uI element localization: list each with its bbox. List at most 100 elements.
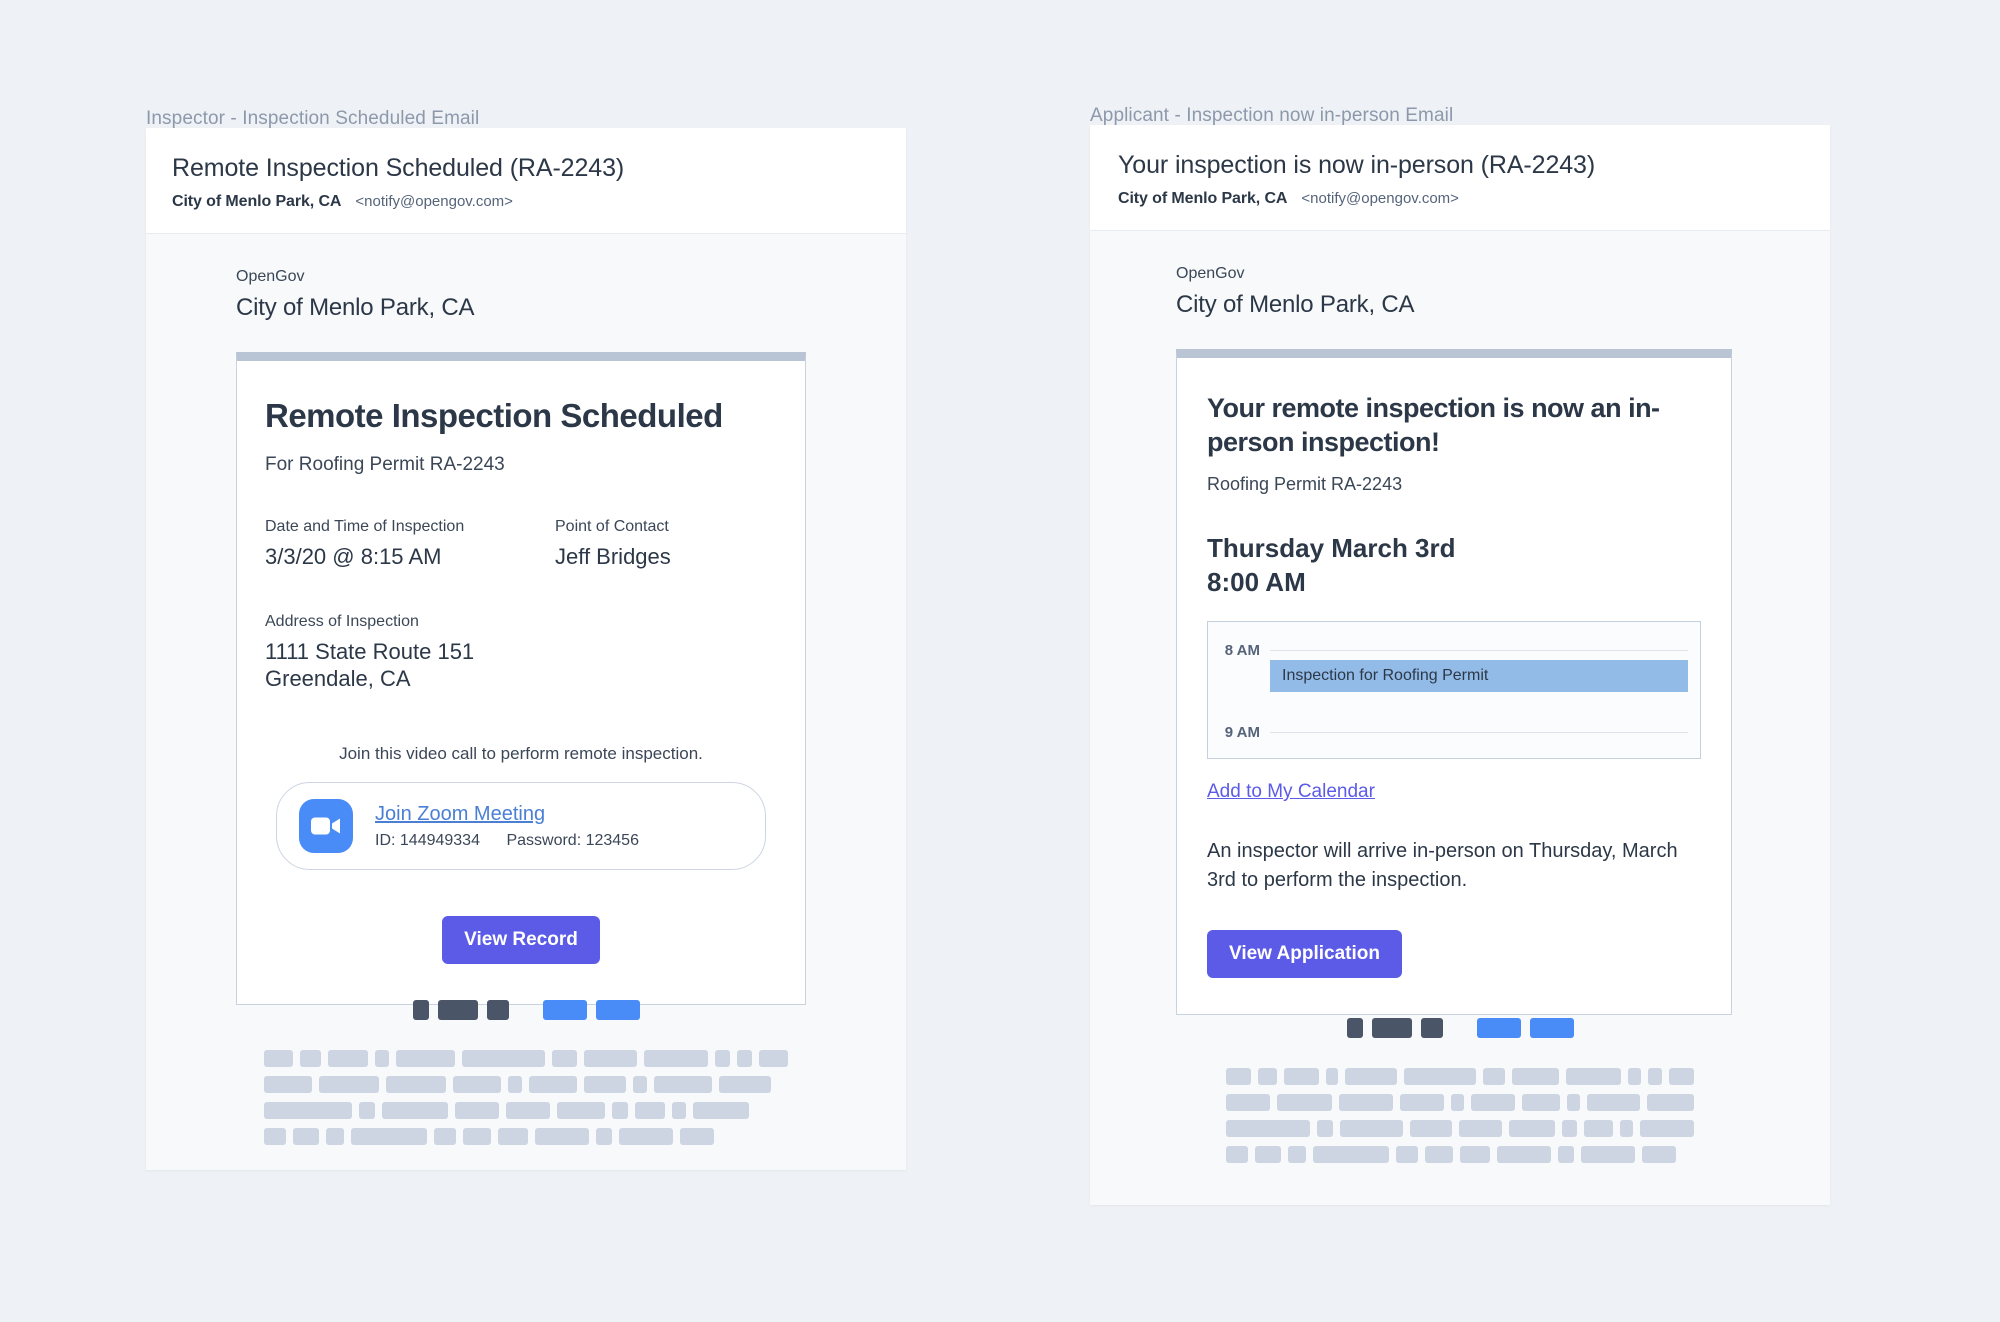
field-point-of-contact: Point of Contact Jeff Bridges [555, 518, 671, 571]
calendar-spacer [1208, 692, 1700, 718]
placeholder-bar [264, 1128, 286, 1145]
mail-from-row: City of Menlo Park, CA <notify@opengov.c… [172, 193, 906, 211]
placeholder-bar [619, 1128, 673, 1145]
field-value: Jeff Bridges [555, 543, 671, 569]
placeholder-bar [736, 1050, 753, 1067]
notification-card: Remote Inspection Scheduled For Roofing … [236, 352, 806, 1006]
placeholder-bar [326, 1128, 344, 1145]
calendar-widget[interactable]: 8 AM Inspection for Roofing Permit 9 AM [1207, 621, 1701, 760]
add-to-calendar-link[interactable]: Add to My Calendar [1207, 781, 1375, 803]
placeholder-bar [1258, 1068, 1277, 1085]
placeholder-chip [595, 1000, 640, 1020]
inspection-details-row: Date and Time of Inspection 3/3/20 @ 8:1… [265, 518, 777, 571]
placeholder-bar [1325, 1068, 1338, 1085]
placeholder-bar [1451, 1094, 1464, 1111]
placeholder-bar [382, 1102, 448, 1119]
placeholder-bar [1497, 1146, 1551, 1163]
bar-rows [146, 1050, 906, 1145]
placeholder-chip [412, 1000, 429, 1020]
placeholder-chip [1346, 1018, 1363, 1038]
bar-rows [1090, 1068, 1830, 1163]
mail-subject: Remote Inspection Scheduled (RA-2243) [172, 154, 625, 182]
placeholder-bar [1619, 1120, 1634, 1137]
organization-name: City of Menlo Park, CA [1176, 291, 1415, 318]
left-footer-skeleton [146, 1000, 906, 1154]
placeholder-bar [596, 1128, 612, 1145]
placeholder-bar [583, 1050, 638, 1067]
placeholder-bar [693, 1102, 749, 1119]
mail-subject: Your inspection is now in-person (RA-224… [1118, 151, 1596, 179]
placeholder-bar [264, 1102, 352, 1119]
mail-sender-address: <notify@opengov.com> [1301, 190, 1459, 207]
placeholder-bar [644, 1050, 708, 1067]
calendar-event-wrap: Inspection for Roofing Permit [1208, 660, 1700, 693]
field-label: Address of Inspection [265, 612, 419, 630]
brand-name: OpenGov [236, 268, 305, 285]
placeholder-bar [1403, 1068, 1476, 1085]
inspection-date: Thursday March 3rd [1207, 532, 1456, 563]
inspection-address-row: Address of Inspection 1111 State Route 1… [265, 613, 777, 693]
mail-header: Your inspection is now in-person (RA-224… [1090, 125, 1830, 231]
left-panel-caption: Inspector - Inspection Scheduled Email [146, 108, 480, 129]
placeholder-bar [535, 1128, 589, 1145]
view-record-button[interactable]: View Record [442, 916, 600, 965]
calendar-event[interactable]: Inspection for Roofing Permit [1270, 660, 1688, 693]
placeholder-bar [1317, 1120, 1333, 1137]
placeholder-bar [654, 1076, 712, 1093]
mail-body: OpenGov City of Menlo Park, CA Your remo… [1090, 231, 1830, 1015]
placeholder-bar [635, 1102, 665, 1119]
placeholder-bar [1226, 1094, 1270, 1111]
calendar-hour-label: 9 AM [1224, 723, 1260, 741]
field-label: Point of Contact [555, 517, 669, 535]
placeholder-bar [551, 1050, 577, 1067]
mail-header: Remote Inspection Scheduled (RA-2243) Ci… [146, 128, 906, 234]
field-label: Date and Time of Inspection [265, 517, 465, 535]
calendar-gridline [1270, 731, 1688, 733]
placeholder-bar [453, 1076, 501, 1093]
placeholder-bar-row [1226, 1120, 1695, 1137]
placeholder-bar [1344, 1068, 1397, 1085]
chip-row [146, 1000, 906, 1020]
placeholder-bar-row [1226, 1094, 1694, 1111]
placeholder-bar [386, 1076, 446, 1093]
placeholder-chip [1420, 1018, 1443, 1038]
card-action-row: View Record [265, 916, 777, 965]
field-value-line1: 1111 State Route 151 [265, 638, 475, 664]
placeholder-chip [486, 1000, 509, 1020]
placeholder-bar [584, 1076, 626, 1093]
brand-name: OpenGov [1176, 265, 1245, 282]
placeholder-bar-row [264, 1128, 788, 1145]
placeholder-bar [1396, 1146, 1418, 1163]
calendar-gridline [1270, 649, 1688, 651]
placeholder-bar-row [1226, 1146, 1694, 1163]
placeholder-bar [264, 1076, 312, 1093]
join-zoom-meeting-link[interactable]: Join Zoom Meeting [375, 803, 639, 826]
video-camera-icon [299, 799, 353, 854]
placeholder-bar [714, 1050, 730, 1067]
right-footer-skeleton [1090, 1018, 1830, 1172]
zoom-meeting-password: Password: 123456 [506, 831, 639, 849]
placeholder-bar [1283, 1068, 1319, 1085]
placeholder-bar [1425, 1146, 1453, 1163]
placeholder-bar [1400, 1094, 1445, 1111]
placeholder-bar [1508, 1120, 1555, 1137]
field-value: 3/3/20 @ 8:15 AM [265, 543, 442, 569]
placeholder-bar [1566, 1094, 1580, 1111]
calendar-hour-row: 9 AM [1208, 718, 1700, 746]
screenshot-canvas: Inspector - Inspection Scheduled Email R… [0, 0, 2000, 1322]
card-action-row: View Application [1207, 929, 1701, 978]
placeholder-bar [351, 1128, 427, 1145]
placeholder-chip [1371, 1018, 1412, 1038]
placeholder-bar [759, 1050, 788, 1067]
inspection-datetime: Thursday March 3rd 8:00 AM [1207, 531, 1701, 600]
placeholder-bar [1627, 1068, 1642, 1085]
placeholder-bar [1565, 1068, 1621, 1085]
view-application-button[interactable]: View Application [1207, 929, 1402, 978]
zoom-meeting-box[interactable]: Join Zoom Meeting ID: 144949334 Password… [276, 782, 766, 871]
placeholder-bar [1226, 1146, 1248, 1163]
card-title: Your remote inspection is now an in-pers… [1207, 393, 1660, 457]
placeholder-bar [293, 1128, 319, 1145]
placeholder-bar [1640, 1120, 1695, 1137]
placeholder-bar [375, 1050, 389, 1067]
placeholder-bar [264, 1050, 293, 1067]
